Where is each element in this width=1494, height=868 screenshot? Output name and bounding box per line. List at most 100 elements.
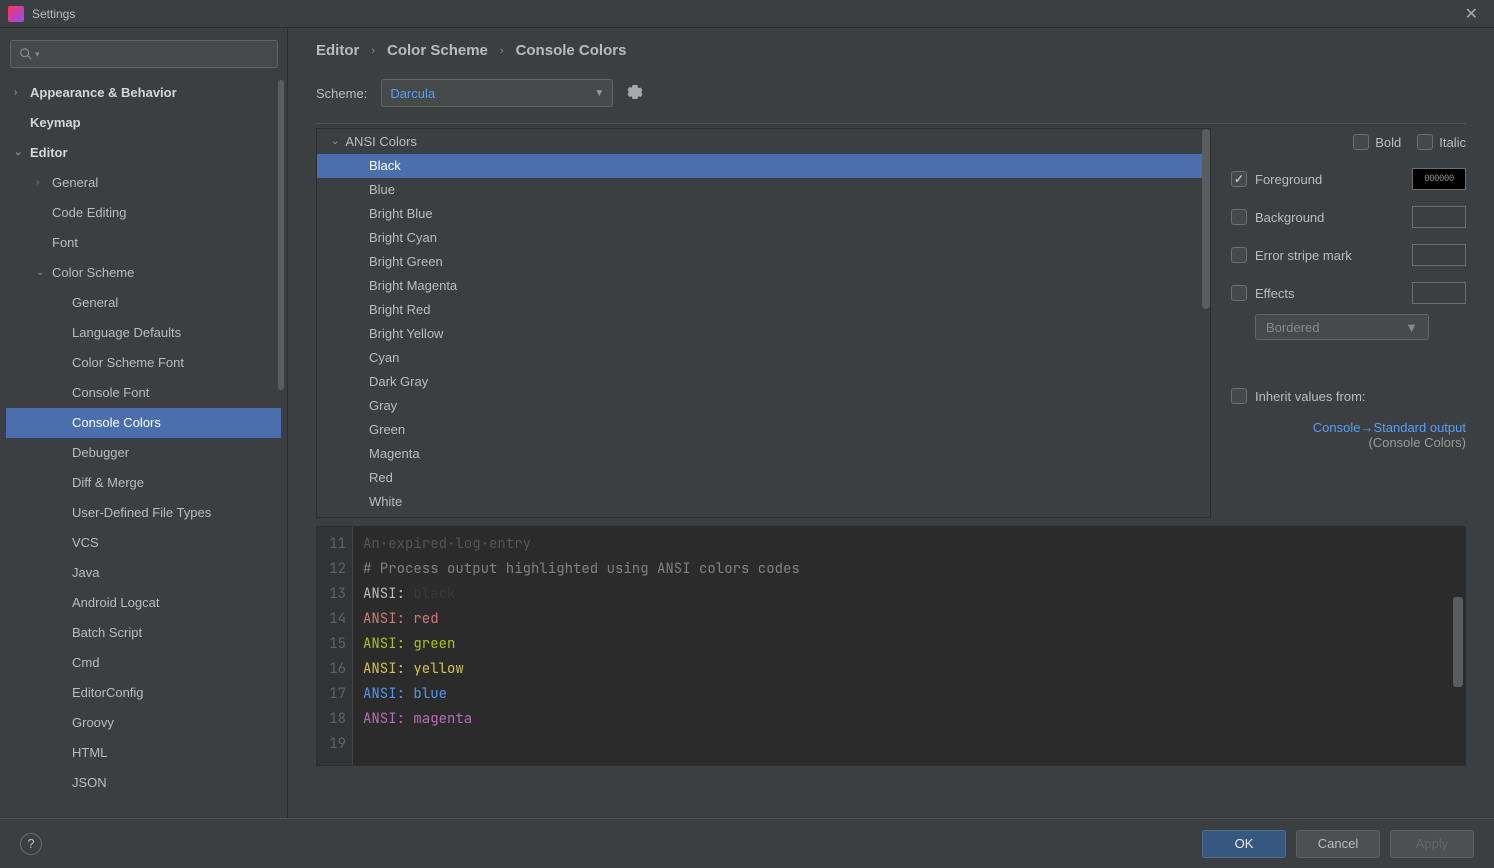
sidebar-item[interactable]: General [6,288,281,318]
sidebar-item-label: Appearance & Behavior [30,82,177,104]
sidebar-item-label: General [52,172,98,194]
apply-button[interactable]: Apply [1390,830,1474,858]
sidebar-item[interactable]: Color Scheme Font [6,348,281,378]
inherit-label: Inherit values from: [1255,389,1466,404]
line-number: 17 [317,682,346,707]
close-icon[interactable]: ✕ [1457,4,1486,24]
sidebar-item[interactable]: Console Colors [6,408,281,438]
code-line: ANSI: red [363,607,1455,632]
italic-checkbox[interactable] [1417,134,1433,150]
search-icon [19,47,33,61]
chevron-right-icon: › [14,82,30,104]
sidebar-item-label: Language Defaults [72,322,181,344]
list-item[interactable]: Green [317,418,1210,442]
attributes-panel: Bold Italic Foreground 000000 [1231,128,1466,518]
effects-swatch[interactable] [1412,282,1466,304]
code-line: ANSI: black [363,582,1455,607]
breadcrumb-item[interactable]: Color Scheme [387,42,488,59]
chevron-down-icon: ⌄ [331,136,339,147]
sidebar-item[interactable]: Groovy [6,708,281,738]
foreground-checkbox[interactable] [1231,171,1247,187]
gear-icon[interactable] [627,84,643,103]
list-group-label: ANSI Colors [345,134,417,149]
background-swatch[interactable] [1412,206,1466,228]
sidebar-item[interactable]: Java [6,558,281,588]
gutter: 111213141516171819 [317,527,353,765]
sidebar-item[interactable]: Font [6,228,281,258]
chevron-right-icon: › [36,172,52,194]
breadcrumb-item[interactable]: Editor [316,42,359,59]
inherit-link[interactable]: Console→Standard output [1231,420,1466,435]
sidebar-item[interactable]: Android Logcat [6,588,281,618]
list-item[interactable]: Cyan [317,346,1210,370]
help-button[interactable]: ? [20,833,42,855]
sidebar-item[interactable]: ›Appearance & Behavior [6,78,281,108]
list-item[interactable]: Bright Green [317,250,1210,274]
list-item[interactable]: Blue [317,178,1210,202]
breadcrumb-item: Console Colors [516,42,627,59]
sidebar-item[interactable]: User-Defined File Types [6,498,281,528]
sidebar-item-label: Keymap [30,112,81,134]
sidebar-item-label: Color Scheme [52,262,134,284]
sidebar-item-label: User-Defined File Types [72,502,211,524]
sidebar-item-label: Cmd [72,652,99,674]
list-item[interactable]: Dark Gray [317,370,1210,394]
sidebar-item[interactable]: Console Font [6,378,281,408]
sidebar-item[interactable]: Diff & Merge [6,468,281,498]
bold-checkbox[interactable] [1353,134,1369,150]
preview-scrollbar[interactable] [1453,597,1463,687]
background-checkbox[interactable] [1231,209,1247,225]
sidebar-item[interactable]: ⌄Editor [6,138,281,168]
foreground-swatch[interactable]: 000000 [1412,168,1466,190]
sidebar-item[interactable]: JSON [6,768,281,798]
preview-editor[interactable]: 111213141516171819 An·expired·log·entry#… [316,526,1466,766]
line-number: 15 [317,632,346,657]
sidebar-item-label: HTML [72,742,107,764]
color-list[interactable]: ⌄ ANSI Colors BlackBlueBright BlueBright… [316,128,1211,518]
list-item[interactable]: Magenta [317,442,1210,466]
list-group-header[interactable]: ⌄ ANSI Colors [317,129,1210,154]
scheme-value: Darcula [390,86,435,101]
sidebar-item-label: General [72,292,118,314]
list-scrollbar[interactable] [1202,129,1210,517]
sidebar-item[interactable]: HTML [6,738,281,768]
sidebar-item[interactable]: EditorConfig [6,678,281,708]
sidebar-item-label: Code Editing [52,202,126,224]
inherit-checkbox[interactable] [1231,388,1247,404]
effects-select[interactable]: Bordered ▼ [1255,314,1429,340]
line-number: 13 [317,582,346,607]
list-item[interactable]: Black [317,154,1210,178]
sidebar-item[interactable]: Cmd [6,648,281,678]
sidebar-item[interactable]: VCS [6,528,281,558]
error-stripe-checkbox[interactable] [1231,247,1247,263]
sidebar-item-label: Console Colors [72,412,161,434]
cancel-button[interactable]: Cancel [1296,830,1380,858]
search-input[interactable]: ▾ [10,40,278,68]
chevron-down-icon: ▼ [1405,320,1418,335]
list-item[interactable]: Bright Cyan [317,226,1210,250]
list-item[interactable]: Bright Magenta [317,274,1210,298]
sidebar-item[interactable]: Keymap [6,108,281,138]
list-item[interactable]: Gray [317,394,1210,418]
sidebar-item-label: Debugger [72,442,129,464]
sidebar-item-label: Diff & Merge [72,472,144,494]
error-stripe-swatch[interactable] [1412,244,1466,266]
window-title: Settings [32,7,75,21]
scheme-select[interactable]: Darcula ▼ [381,79,613,107]
list-item[interactable]: Bright Blue [317,202,1210,226]
effects-checkbox[interactable] [1231,285,1247,301]
sidebar-item[interactable]: Language Defaults [6,318,281,348]
list-item[interactable]: White [317,490,1210,514]
sidebar-item[interactable]: ›General [6,168,281,198]
list-item[interactable]: Red [317,466,1210,490]
sidebar-scrollbar[interactable] [278,80,284,390]
ok-button[interactable]: OK [1202,830,1286,858]
sidebar-item[interactable]: Batch Script [6,618,281,648]
sidebar-item-label: Batch Script [72,622,142,644]
sidebar-item-label: JSON [72,772,107,794]
list-item[interactable]: Bright Yellow [317,322,1210,346]
sidebar-item[interactable]: Debugger [6,438,281,468]
sidebar-item[interactable]: ⌄Color Scheme [6,258,281,288]
sidebar-item[interactable]: Code Editing [6,198,281,228]
list-item[interactable]: Bright Red [317,298,1210,322]
